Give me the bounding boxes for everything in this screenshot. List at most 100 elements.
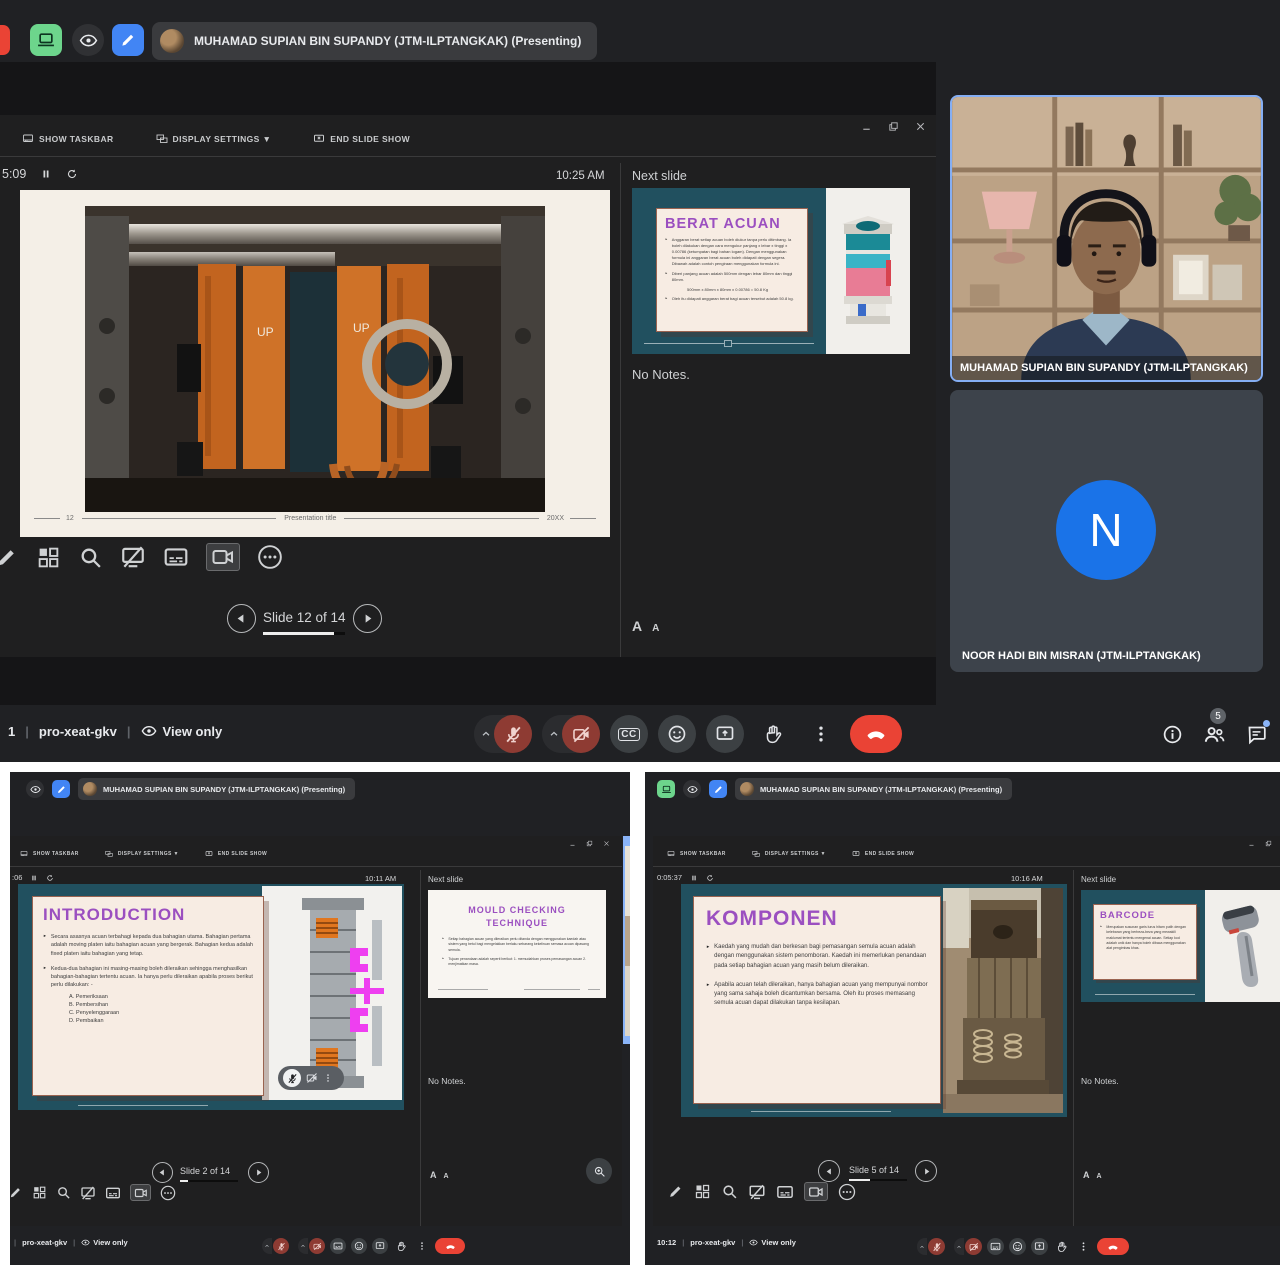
zoom-button[interactable] [586,1158,612,1184]
camera-off-button[interactable] [965,1238,982,1255]
annotate-pen-icon[interactable] [52,780,70,798]
present-button[interactable] [706,715,744,753]
camera-mini-icon[interactable] [306,1072,318,1084]
window-restore-button[interactable] [888,121,899,132]
next-slide-thumbnail[interactable]: BARCODE Merupakan susunan garis lurus hi… [1081,890,1280,1002]
restart-timer-icon[interactable] [66,168,78,180]
window-minimize-button[interactable] [569,840,576,847]
raise-hand-button[interactable] [1053,1238,1070,1255]
camera-off-button[interactable] [562,715,600,753]
people-icon[interactable]: 5 [1203,723,1226,746]
end-slide-show-button[interactable]: END SLIDE SHOW [313,133,410,145]
camera-options-chevron[interactable] [298,1238,308,1254]
next-slide-button[interactable] [248,1162,269,1183]
pause-timer-icon[interactable] [40,168,52,180]
more-tools-icon[interactable] [160,1185,176,1201]
mic-off-button[interactable] [273,1238,289,1254]
end-call-button[interactable] [435,1238,465,1254]
window-minimize-button[interactable] [861,121,872,132]
font-larger-button[interactable]: A [1083,1170,1090,1180]
mic-off-button[interactable] [928,1238,945,1255]
previous-slide-button[interactable] [152,1162,173,1183]
show-taskbar-button[interactable]: SHOW TASKBAR [22,133,114,145]
eye-icon[interactable] [72,24,104,56]
raise-hand-button[interactable] [393,1238,409,1254]
mic-options-chevron[interactable] [262,1238,272,1254]
more-options-button[interactable] [802,715,840,753]
previous-slide-button[interactable] [818,1160,840,1182]
end-slide-show-button[interactable]: END SLIDE SHOW [205,850,267,858]
captions-button[interactable] [330,1238,346,1254]
mic-options-chevron[interactable] [917,1238,927,1255]
present-button[interactable] [1031,1238,1048,1255]
restart-timer-icon[interactable] [46,874,54,882]
font-larger-button[interactable]: A [632,618,642,634]
presenter-pill[interactable]: MUHAMAD SUPIAN BIN SUPANDY (JTM-ILPTANGK… [735,778,1012,800]
next-slide-thumbnail[interactable]: BERAT ACUAN Anggaran berat setiap acuan … [632,188,910,354]
camera-toggle-icon[interactable] [804,1182,828,1201]
display-settings-button[interactable]: DISPLAY SETTINGS ▼ [105,850,179,858]
end-call-button[interactable] [1097,1238,1129,1255]
participant-tile-noor[interactable]: N NOOR HADI BIN MISRAN (JTM-ILPTANGKAK) [950,390,1263,672]
pause-timer-icon[interactable] [690,874,698,882]
black-screen-icon[interactable] [80,1185,96,1201]
end-slide-show-button[interactable]: END SLIDE SHOW [852,850,914,858]
magnifier-icon[interactable] [721,1183,738,1200]
camera-toggle-icon[interactable] [206,543,240,571]
window-minimize-button[interactable] [1248,840,1255,847]
annotate-pen-icon[interactable] [709,780,727,798]
font-smaller-button[interactable]: A [1097,1173,1102,1180]
screen-share-icon[interactable] [30,24,62,56]
camera-toggle-icon[interactable] [130,1184,151,1201]
annotate-pen-icon[interactable] [112,24,144,56]
pause-timer-icon[interactable] [30,874,38,882]
next-slide-button[interactable] [915,1160,937,1182]
slide-sorter-icon[interactable] [694,1183,711,1200]
eye-icon[interactable] [683,780,701,798]
display-settings-button[interactable]: DISPLAY SETTINGS ▼ [156,133,272,145]
more-tools-icon[interactable] [838,1183,856,1201]
pen-tool-icon[interactable] [667,1183,684,1200]
captions-button[interactable]: CC [610,715,648,753]
display-settings-button[interactable]: DISPLAY SETTINGS ▼ [752,850,826,858]
font-smaller-button[interactable]: A [652,623,659,634]
magnifier-icon[interactable] [78,545,103,570]
show-taskbar-button[interactable]: SHOW TASKBAR [667,850,726,858]
presenter-pill[interactable]: MUHAMAD SUPIAN BIN SUPANDY (JTM-ILPTANGK… [78,778,355,800]
black-screen-icon[interactable] [748,1183,766,1201]
chat-icon[interactable] [1246,724,1267,745]
restart-timer-icon[interactable] [706,874,714,882]
more-options-button[interactable] [1075,1238,1092,1255]
camera-options-chevron[interactable] [954,1238,964,1255]
more-tools-icon[interactable] [257,544,283,570]
window-close-button[interactable] [915,121,926,132]
reactions-button[interactable] [351,1238,367,1254]
end-call-button[interactable] [850,715,902,753]
presenter-pill[interactable]: MUHAMAD SUPIAN BIN SUPANDY (JTM-ILPTANGK… [152,22,597,60]
meeting-info-icon[interactable] [1162,724,1183,745]
next-slide-button[interactable] [353,604,382,633]
slide-sorter-icon[interactable] [36,545,61,570]
show-taskbar-button[interactable]: SHOW TASKBAR [20,850,79,858]
subtitles-icon[interactable] [163,544,189,570]
previous-slide-button[interactable] [227,604,256,633]
more-mini-icon[interactable] [323,1073,333,1083]
next-slide-thumbnail[interactable]: MOULD CHECKING TECHNIQUE Setiap bahagian… [428,890,606,998]
reactions-button[interactable] [658,715,696,753]
font-smaller-button[interactable]: A [444,1173,449,1180]
present-button[interactable] [372,1238,388,1254]
window-close-button[interactable] [603,840,610,847]
red-edge-button[interactable] [0,25,10,55]
participant-tile-presenter[interactable]: MUHAMAD SUPIAN BIN SUPANDY (JTM-ILPTANGK… [950,95,1263,382]
subtitles-icon[interactable] [105,1185,121,1201]
magnifier-icon[interactable] [56,1185,71,1200]
black-screen-icon[interactable] [120,544,146,570]
subtitles-icon[interactable] [776,1183,794,1201]
slide-sorter-icon[interactable] [32,1185,47,1200]
camera-off-button[interactable] [309,1238,325,1254]
pen-tool-icon[interactable] [10,1185,23,1200]
captions-button[interactable] [987,1238,1004,1255]
mic-off-button[interactable] [494,715,532,753]
raise-hand-button[interactable] [754,715,792,753]
screen-share-icon[interactable] [657,780,675,798]
